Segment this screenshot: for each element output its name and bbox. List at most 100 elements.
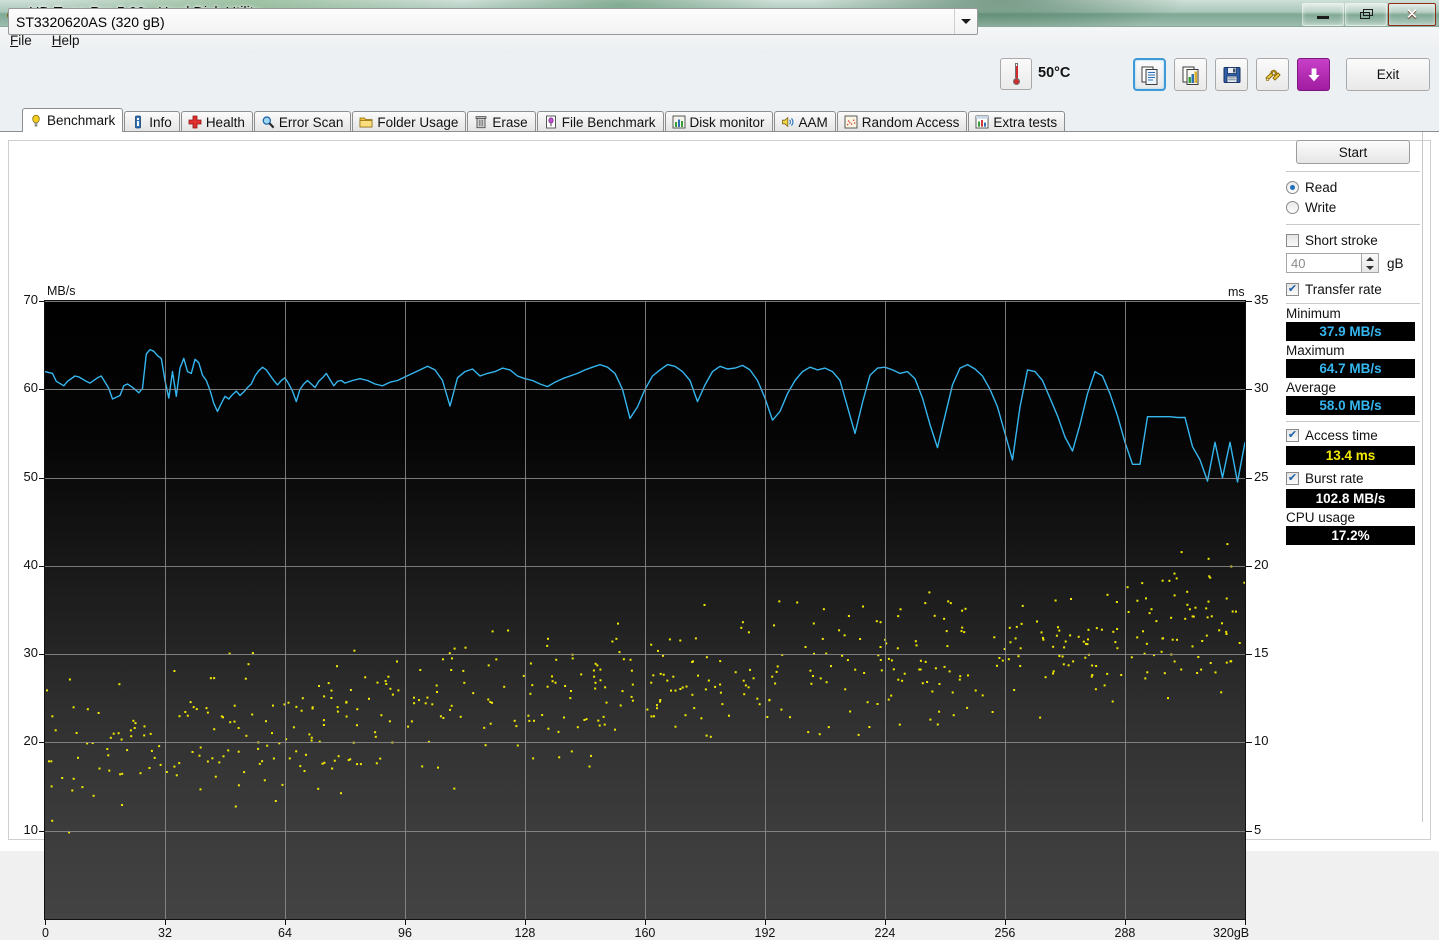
save-button[interactable] bbox=[1215, 58, 1248, 91]
y-axis-tick: 40 bbox=[23, 556, 38, 572]
device-select-value: ST3320620AS (320 gB) bbox=[16, 13, 165, 30]
benchmark-chart: MB/s ms 10 20 30 40 50 60 70 5 10 15 20 25 30 35 0 32 64… bbox=[0, 132, 1283, 940]
download-button[interactable] bbox=[1297, 58, 1330, 91]
benchmark-panel: MB/s ms 10 20 30 40 50 60 70 5 10 15 20 25 30 35 0 32 64… bbox=[0, 131, 1439, 940]
y-axis-label: MB/s bbox=[47, 284, 76, 298]
tab-health-label: Health bbox=[205, 114, 245, 130]
short-stroke-stepper[interactable]: 40 gB bbox=[1286, 253, 1420, 273]
red-cross-icon bbox=[188, 115, 202, 129]
short-stroke-spin-buttons[interactable] bbox=[1362, 253, 1379, 273]
grid-line-horizontal bbox=[45, 566, 1245, 567]
checkbox-short-stroke-icon bbox=[1286, 233, 1299, 247]
checkbox-short-stroke[interactable]: Short stroke bbox=[1286, 230, 1420, 250]
checkbox-burst-rate[interactable]: ✔ Burst rate bbox=[1286, 468, 1420, 488]
options-button[interactable] bbox=[1256, 58, 1289, 91]
x-axis-tick-mark bbox=[1005, 920, 1006, 925]
tab-benchmark-label: Benchmark bbox=[47, 113, 116, 128]
y2-axis-tick-mark bbox=[1246, 742, 1252, 743]
divider bbox=[1286, 421, 1420, 422]
tab-random-access-label: Random Access bbox=[861, 114, 960, 130]
copy-icon bbox=[1141, 66, 1157, 85]
chart-plot-area bbox=[44, 300, 1246, 920]
cpu-usage-value: 17.2% bbox=[1286, 526, 1415, 545]
x-axis-tick: 320gB bbox=[1213, 926, 1250, 940]
exit-button[interactable]: Exit bbox=[1346, 58, 1430, 91]
average-label: Average bbox=[1286, 380, 1337, 395]
extra-chart-icon bbox=[975, 115, 989, 129]
exit-button-label: Exit bbox=[1376, 67, 1400, 82]
x-axis-tick-mark bbox=[165, 920, 166, 925]
tab-disk-monitor-label: Disk monitor bbox=[689, 114, 765, 130]
checkbox-access-time-icon: ✔ bbox=[1286, 428, 1299, 442]
y-axis-tick: 10 bbox=[23, 821, 38, 837]
divider bbox=[1286, 171, 1420, 172]
copy-image-icon bbox=[1182, 66, 1198, 85]
chevron-down-icon[interactable] bbox=[954, 9, 977, 34]
grid-line-vertical bbox=[885, 301, 886, 919]
restore-icon bbox=[1359, 8, 1373, 20]
y2-axis-tick-mark bbox=[1246, 654, 1252, 655]
magnifier-icon bbox=[261, 115, 275, 129]
short-stroke-unit: gB bbox=[1387, 255, 1404, 271]
gear-tools-icon bbox=[1264, 69, 1281, 81]
start-button-label: Start bbox=[1338, 144, 1368, 160]
tab-health[interactable]: Health bbox=[180, 111, 253, 132]
y-axis-tick-mark bbox=[39, 742, 44, 743]
spin-up-icon[interactable] bbox=[1366, 256, 1374, 261]
tab-random-access[interactable]: Random Access bbox=[836, 111, 968, 132]
tab-info[interactable]: Info bbox=[124, 111, 180, 132]
y2-axis-tick: 20 bbox=[1254, 556, 1269, 572]
minimum-label: Minimum bbox=[1286, 306, 1341, 321]
tab-extra-tests-label: Extra tests bbox=[993, 114, 1058, 130]
grid-line-vertical bbox=[285, 301, 286, 919]
copy-to-clipboard-button[interactable] bbox=[1133, 58, 1166, 91]
copy-image-button[interactable] bbox=[1174, 58, 1207, 91]
device-select[interactable]: ST3320620AS (320 gB) bbox=[8, 8, 978, 35]
checkbox-burst-rate-label: Burst rate bbox=[1305, 470, 1364, 486]
restore-button[interactable] bbox=[1345, 2, 1387, 26]
radio-read-icon bbox=[1286, 180, 1299, 194]
start-button[interactable]: Start bbox=[1296, 140, 1410, 164]
download-arrow-icon bbox=[1307, 68, 1320, 81]
radio-read[interactable]: Read bbox=[1286, 177, 1420, 197]
y2-axis-tick: 5 bbox=[1254, 821, 1262, 837]
y-axis-tick-mark bbox=[39, 831, 44, 832]
checkbox-transfer-rate[interactable]: ✔ Transfer rate bbox=[1286, 279, 1420, 299]
x-axis-tick-mark bbox=[525, 920, 526, 925]
tab-extra-tests[interactable]: Extra tests bbox=[968, 111, 1066, 132]
y-axis-tick-mark bbox=[39, 301, 44, 302]
grid-line-horizontal bbox=[45, 742, 1245, 743]
x-axis-tick-mark bbox=[1125, 920, 1126, 925]
radio-read-label: Read bbox=[1305, 179, 1338, 195]
x-axis-tick: 128 bbox=[514, 926, 536, 940]
radio-write[interactable]: Write bbox=[1286, 197, 1420, 217]
temperature-indicator bbox=[1000, 58, 1032, 90]
minimize-button[interactable] bbox=[1302, 2, 1344, 26]
grid-line-vertical bbox=[525, 301, 526, 919]
short-stroke-input[interactable]: 40 bbox=[1286, 253, 1362, 273]
tab-disk-monitor[interactable]: Disk monitor bbox=[664, 111, 773, 132]
spin-down-icon[interactable] bbox=[1366, 265, 1374, 270]
close-button[interactable]: ✕ bbox=[1388, 2, 1436, 26]
tab-benchmark[interactable]: Benchmark bbox=[22, 108, 124, 132]
bulb-icon bbox=[29, 114, 43, 128]
info-icon bbox=[131, 115, 145, 129]
tab-folder-usage[interactable]: Folder Usage bbox=[352, 111, 467, 132]
checkbox-short-stroke-label: Short stroke bbox=[1305, 232, 1378, 248]
tab-aam[interactable]: AAM bbox=[773, 111, 836, 132]
y2-axis-tick: 15 bbox=[1254, 645, 1269, 661]
tab-erase[interactable]: Erase bbox=[467, 111, 536, 132]
tab-error-scan[interactable]: Error Scan bbox=[253, 111, 352, 132]
access-time-value: 13.4 ms bbox=[1286, 446, 1415, 465]
tab-file-benchmark[interactable]: File Benchmark bbox=[536, 111, 664, 132]
y-axis-tick-mark bbox=[39, 654, 44, 655]
y2-axis-tick-mark bbox=[1246, 389, 1252, 390]
divider bbox=[1286, 224, 1420, 225]
x-axis-tick-mark bbox=[285, 920, 286, 925]
benchmark-sidebar: Start Read Write Short stroke 40 gB ✔ Tr… bbox=[1286, 140, 1420, 720]
checkbox-access-time[interactable]: ✔ Access time bbox=[1286, 425, 1420, 445]
speaker-icon bbox=[781, 115, 795, 129]
checkbox-access-time-label: Access time bbox=[1305, 427, 1378, 443]
y-axis-tick: 20 bbox=[23, 733, 38, 749]
window-controls: ✕ bbox=[1301, 2, 1436, 26]
